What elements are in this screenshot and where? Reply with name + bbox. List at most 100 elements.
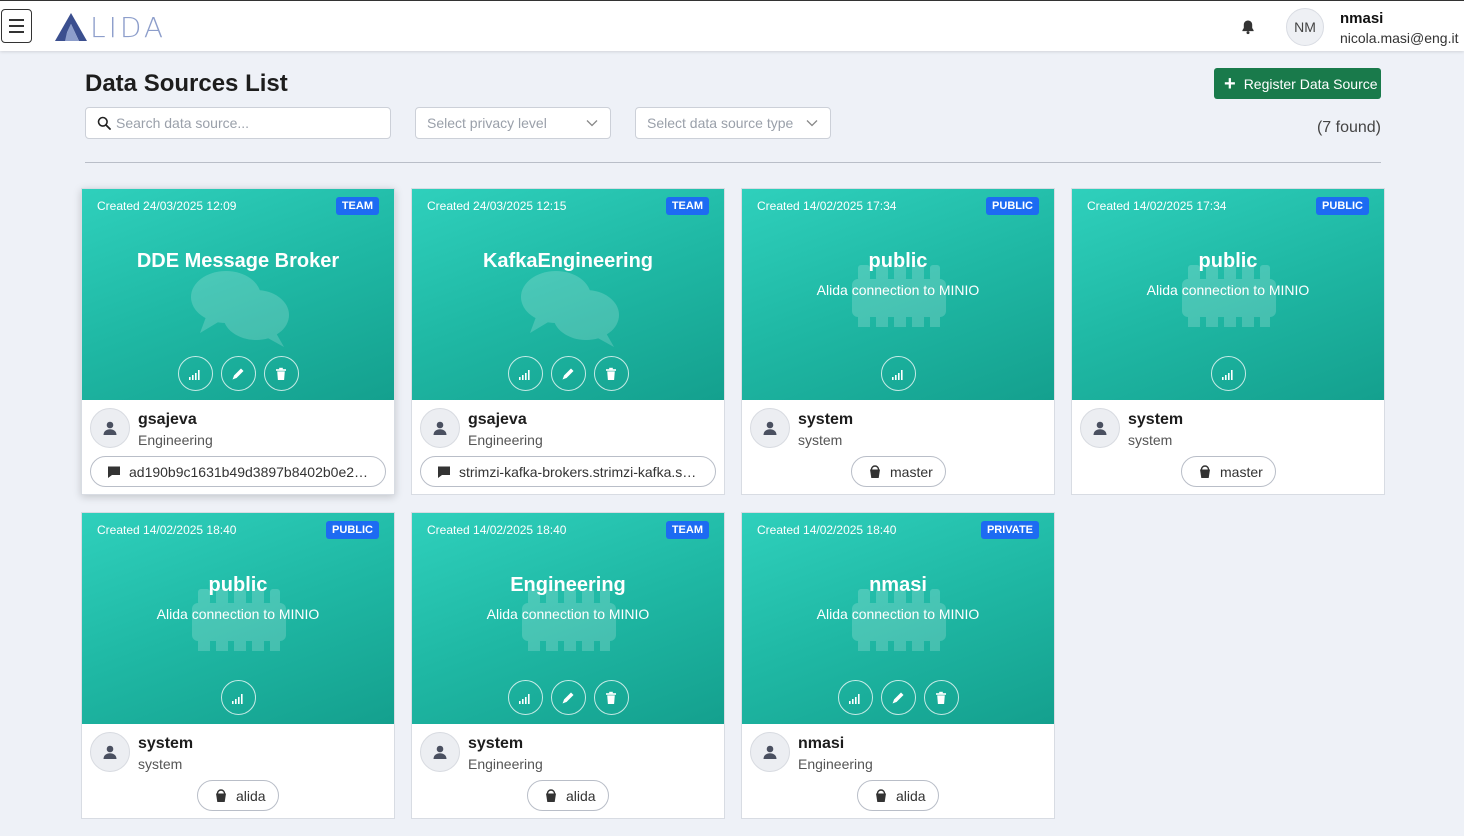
created-date: Created 14/02/2025 17:34 [1087,199,1227,213]
signal-bars-icon [1220,366,1236,382]
connection-chip[interactable]: alida [857,780,939,811]
owner-team: Engineering [798,756,873,772]
card-header: Created 24/03/2025 12:15 TEAM KafkaEnginee… [412,189,724,400]
connection-chip-label: ad190b9c1631b49d3897b8402b0e24c... [129,463,373,480]
connection-chip[interactable]: strimzi-kafka-brokers.strimzi-kafka.svc.… [420,456,716,487]
privacy-badge: TEAM [665,521,709,539]
created-date: Created 24/03/2025 12:09 [97,199,237,213]
data-source-card[interactable]: Created 24/03/2025 12:15 TEAM KafkaEnginee… [411,188,725,495]
connection-chip-label: alida [896,787,926,804]
privacy-badge: PRIVATE [980,521,1039,539]
card-header: Created 24/03/2025 12:09 TEAM DDE Message … [82,189,394,400]
bucket-icon [868,464,882,479]
search-input[interactable] [116,115,376,131]
person-icon [101,743,119,761]
connection-chip-label: master [1220,463,1263,480]
trash-icon [273,366,289,382]
card-actions [742,680,1054,715]
created-date: Created 24/03/2025 12:15 [427,199,567,213]
owner-team: Engineering [468,756,543,772]
card-header: Created 14/02/2025 18:40 PRIVATE nmasi Alid… [742,513,1054,724]
delete-button[interactable] [593,680,629,715]
stats-button[interactable] [177,356,213,391]
owner-avatar [750,732,790,772]
user-email: nicola.masi@eng.it [1340,30,1459,46]
bucket-icon [874,788,888,803]
register-data-source-button[interactable]: + Register Data Source [1214,68,1381,99]
bell-icon[interactable] [1240,19,1256,35]
storage-icon [1182,265,1276,332]
delete-button[interactable] [263,356,299,391]
pencil-icon [890,690,906,706]
edit-button[interactable] [550,356,586,391]
data-source-card[interactable]: Created 14/02/2025 17:34 PUBLIC public Alid… [1071,188,1385,495]
connection-chip[interactable]: alida [197,780,279,811]
delete-button[interactable] [593,356,629,391]
message-icon [437,465,451,479]
data-source-card[interactable]: Created 14/02/2025 18:40 PRIVATE nmasi Alid… [741,512,1055,819]
privacy-badge: PUBLIC [1316,197,1369,215]
owner-avatar [90,408,130,448]
owner-name: nmasi [798,735,845,752]
signal-bars-icon [890,366,906,382]
data-source-title: Engineering [510,574,626,596]
connection-chip-label: strimzi-kafka-brokers.strimzi-kafka.svc.… [459,463,703,480]
data-source-type-select[interactable]: Select data source type [635,107,831,139]
user-name: nmasi [1340,10,1384,27]
card-header: Created 14/02/2025 18:40 PUBLIC public Alid… [82,513,394,724]
stats-button[interactable] [507,680,543,715]
card-actions [412,356,724,391]
chevron-down-icon [806,120,818,127]
stats-button[interactable] [1210,356,1246,391]
bucket-icon [544,788,558,803]
stats-button[interactable] [880,356,916,391]
delete-button[interactable] [923,680,959,715]
card-actions [742,356,1054,391]
data-source-card[interactable]: Created 14/02/2025 18:40 PUBLIC public Alid… [81,512,395,819]
owner-name: system [798,411,854,428]
created-date: Created 14/02/2025 17:34 [757,199,897,213]
person-icon [1091,419,1109,437]
owner-avatar [1080,408,1120,448]
edit-button[interactable] [220,356,256,391]
connection-chip[interactable]: alida [527,780,609,811]
data-source-card[interactable]: Created 14/02/2025 17:34 PUBLIC public Alid… [741,188,1055,495]
hamburger-menu-button[interactable] [1,9,32,43]
owner-avatar [420,408,460,448]
data-source-description: Alida connection to MINIO [156,606,320,622]
person-icon [101,419,119,437]
signal-bars-icon [517,690,533,706]
connection-chip-label: alida [236,787,266,804]
edit-button[interactable] [880,680,916,715]
connection-chip-label: alida [566,787,596,804]
pencil-icon [560,366,576,382]
data-source-title: public [1198,250,1258,272]
created-date: Created 14/02/2025 18:40 [97,523,237,537]
stats-button[interactable] [220,680,256,715]
stats-button[interactable] [837,680,873,715]
storage-icon [522,589,616,656]
edit-button[interactable] [550,680,586,715]
created-date: Created 14/02/2025 18:40 [427,523,567,537]
type-select-placeholder: Select data source type [647,115,794,131]
search-box[interactable] [85,107,391,139]
app-logo[interactable]: LIDA [54,10,166,44]
connection-chip[interactable]: master [851,456,946,487]
privacy-badge: PUBLIC [986,197,1039,215]
connection-chip[interactable]: ad190b9c1631b49d3897b8402b0e24c... [90,456,386,487]
privacy-select-placeholder: Select privacy level [427,115,547,131]
stats-button[interactable] [507,356,543,391]
pencil-icon [230,366,246,382]
card-actions [412,680,724,715]
data-source-card[interactable]: Created 14/02/2025 18:40 TEAM Engineering A… [411,512,725,819]
privacy-badge: PUBLIC [326,521,379,539]
user-avatar[interactable]: NM [1286,8,1324,46]
data-source-description: Alida connection to MINIO [486,606,650,622]
card-header: Created 14/02/2025 17:34 PUBLIC public Alid… [1072,189,1384,400]
person-icon [431,419,449,437]
signal-bars-icon [230,690,246,706]
card-actions [1072,356,1384,391]
privacy-level-select[interactable]: Select privacy level [415,107,611,139]
connection-chip[interactable]: master [1181,456,1276,487]
data-source-card[interactable]: Created 24/03/2025 12:09 TEAM DDE Message … [81,188,395,495]
